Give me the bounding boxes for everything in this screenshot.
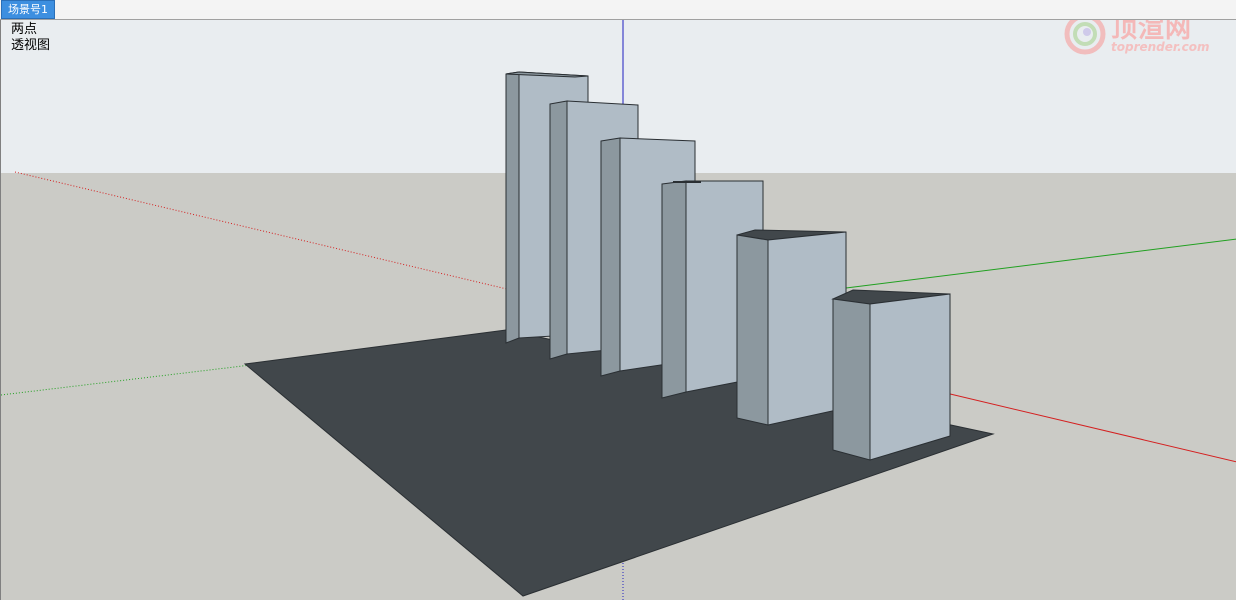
camera-mode-line-2: 透视图 — [11, 38, 51, 53]
block-2-side — [549, 100, 568, 360]
block-6[interactable] — [831, 289, 951, 461]
scene-tab-bar: 场景号1 — [0, 0, 1236, 20]
scene-tab-1[interactable]: 场景号1 — [1, 0, 55, 19]
3d-viewport[interactable]: 两点 透视图 顶渲网 toprender.com — [0, 20, 1236, 600]
block-3-side — [600, 137, 621, 377]
watermark-url: toprender.com — [1111, 40, 1210, 54]
block-5-side — [736, 234, 769, 426]
block-5[interactable] — [736, 229, 847, 426]
block-1-side — [505, 71, 520, 344]
camera-mode-line-1: 两点 — [11, 22, 38, 37]
scene-canvas[interactable] — [1, 20, 1236, 600]
camera-mode-label: 两点 透视图 — [11, 22, 50, 54]
block-6-side — [832, 298, 871, 461]
block-6-front — [869, 293, 951, 461]
watermark: 顶渲网 toprender.com — [1061, 20, 1231, 58]
block-4-side — [661, 180, 687, 399]
swirl-logo-icon — [1064, 20, 1106, 55]
